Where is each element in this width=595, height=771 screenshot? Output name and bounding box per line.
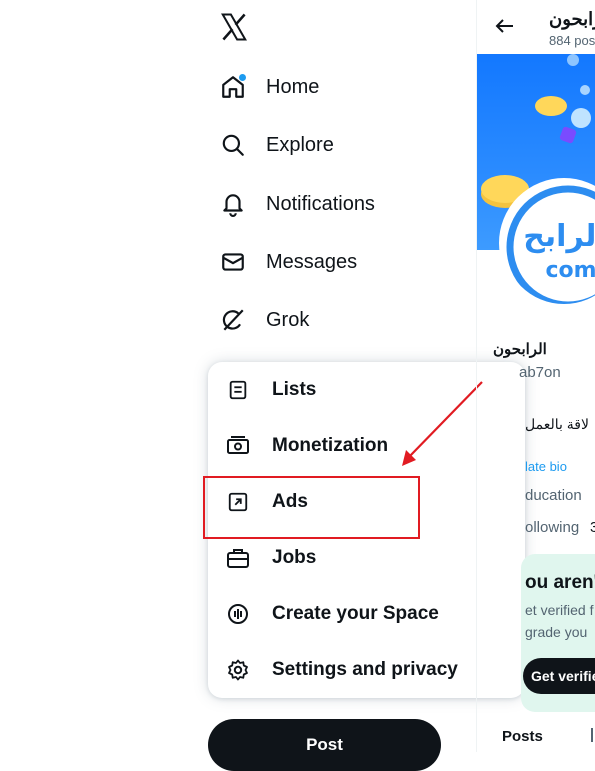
space-mic-icon — [224, 600, 252, 628]
nav-messages-label: Messages — [266, 250, 358, 273]
nav-grok-label: Grok — [266, 308, 310, 331]
verify-text-line2: grade you — [525, 624, 588, 640]
money-icon — [224, 432, 252, 460]
annotation-highlight-box — [203, 476, 420, 539]
menu-item-label: Settings and privacy — [272, 659, 458, 680]
briefcase-icon — [224, 544, 252, 572]
translate-bio-link[interactable]: late bio — [525, 459, 567, 474]
avatar-logo-text: الرابح — [523, 219, 595, 254]
nav-messages[interactable]: Messages — [218, 240, 357, 284]
verify-title: ou aren't — [525, 572, 595, 593]
x-logo-icon[interactable] — [219, 12, 249, 42]
gear-icon — [224, 656, 252, 684]
notification-dot — [239, 74, 246, 81]
nav-notifications-label: Notifications — [266, 192, 375, 215]
verify-text-line1: et verified f — [525, 602, 594, 618]
following-link[interactable]: ollowing — [525, 519, 579, 536]
nav-grok[interactable]: Grok — [218, 298, 309, 342]
profile-title: الرابحون — [549, 9, 595, 29]
bell-icon — [218, 189, 248, 219]
envelope-icon — [218, 247, 248, 277]
menu-item-label: Create your Space — [272, 603, 439, 624]
avatar-logo-image: الرابح com — [506, 185, 595, 304]
menu-item-label: Jobs — [272, 547, 317, 568]
profile-post-count: 884 posts — [549, 33, 595, 48]
home-icon — [218, 72, 248, 102]
grok-icon — [218, 305, 248, 335]
back-arrow-icon[interactable] — [493, 14, 517, 38]
get-verified-button[interactable]: Get verifie — [523, 658, 595, 694]
nav-home-label: Home — [266, 75, 320, 98]
verify-promo-card: ou aren't et verified f grade you Get ve… — [521, 554, 595, 712]
tab-next-partial[interactable] — [591, 728, 593, 742]
nav-notifications[interactable]: Notifications — [218, 182, 375, 226]
nav-home[interactable]: Home — [218, 65, 319, 109]
post-button[interactable]: Post — [208, 719, 441, 771]
list-icon — [224, 376, 252, 404]
nav-explore-label: Explore — [266, 133, 334, 156]
profile-bio: لاقة بالعمل — [525, 416, 589, 432]
following-count: 3 — [590, 519, 595, 536]
menu-item-label: Monetization — [272, 435, 389, 456]
profile-name: الرابحون — [493, 341, 547, 358]
profile-category: ducation — [525, 487, 582, 504]
menu-item-label: Lists — [272, 379, 317, 400]
avatar-logo-sub: com — [545, 258, 595, 283]
tab-posts[interactable]: Posts — [502, 728, 543, 745]
nav-explore[interactable]: Explore — [218, 123, 334, 167]
search-icon — [218, 130, 248, 160]
profile-panel: الرابحون 884 posts الرابح com الرابحون a… — [476, 0, 595, 752]
profile-handle: ab7on — [519, 364, 561, 381]
